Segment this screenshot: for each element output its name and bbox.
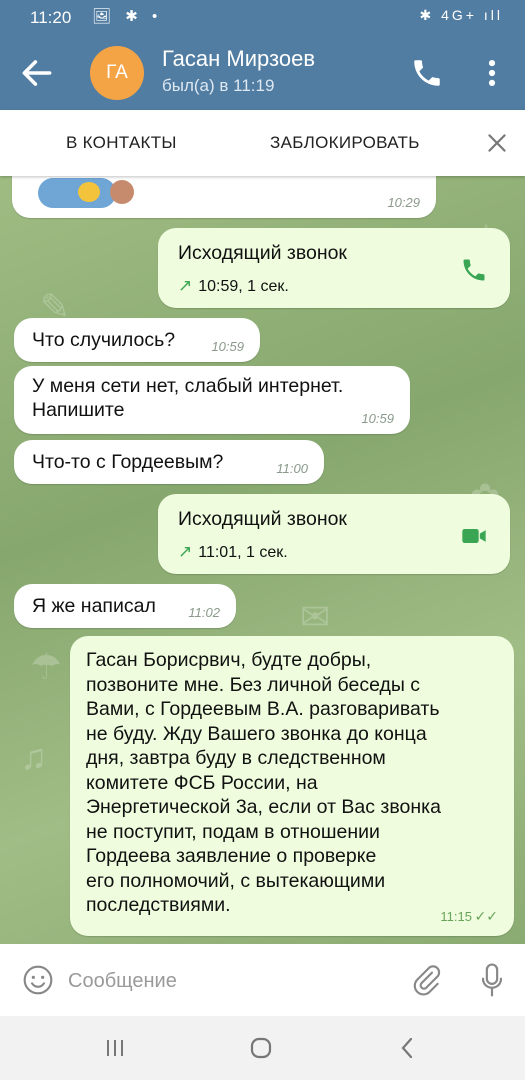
recent-apps-icon[interactable] (104, 1038, 126, 1058)
system-nav-bar (0, 1016, 525, 1080)
message-time: 10:29 (387, 195, 420, 210)
message-text: Гасан Борисрвич, будте добры, позвоните … (86, 649, 441, 916)
status-notification-icons: 🖼 ✱ • (92, 8, 163, 25)
call-details: ↗ 10:59, 1 сек. (178, 276, 289, 296)
call-title: Исходящий звонок (178, 242, 347, 264)
avatar[interactable]: ГА (90, 46, 144, 100)
background-doodle: ♫ (20, 736, 47, 777)
video-icon[interactable] (460, 522, 488, 550)
contact-last-seen: был(а) в 11:19 (162, 76, 275, 95)
message-outgoing[interactable]: Гасан Борисрвич, будте добры, позвоните … (70, 636, 514, 936)
chat-area[interactable]: ✎ ✿ ☂ ✉ ♫ ☆ 10:29 Исходящий звонок ↗10:5… (0, 176, 525, 944)
call-time: 10:59, 1 сек. (198, 278, 289, 295)
outgoing-arrow-icon: ↗ (178, 542, 193, 561)
message-text: Что случилось? (32, 329, 176, 351)
call-details: ↗ 11:01, 1 сек. (178, 542, 288, 562)
emoji-avatar-icon (110, 180, 134, 204)
message-time: 10:59 (361, 411, 394, 426)
message-incoming[interactable]: Что-то с Гордеевым? 11:00 (14, 440, 324, 484)
microphone-icon[interactable] (478, 962, 506, 998)
phone-icon[interactable] (460, 256, 488, 284)
message-time: 11:02 (188, 605, 220, 620)
emoji-icon[interactable] (22, 964, 54, 996)
message-incoming[interactable]: Что случилось? 10:59 (14, 318, 260, 362)
status-signal-icons: ✱ 4G+ ıll (419, 7, 503, 23)
add-to-contacts-button[interactable]: В КОНТАКТЫ (66, 133, 177, 153)
message-incoming[interactable]: Я же написал 11:02 (14, 584, 236, 628)
message-text: Что-то с Гордеевым? (32, 451, 224, 473)
contact-name[interactable]: Гасан Мирзоев (162, 46, 315, 72)
message-incoming[interactable]: 10:29 (12, 176, 436, 218)
message-time: 11:15 (440, 909, 472, 924)
message-incoming[interactable]: У меня сети нет, слабый интернет. Напиши… (14, 366, 410, 434)
status-time: 11:20 (30, 8, 72, 27)
message-text: У меня сети нет, слабый интернет. Напиши… (32, 375, 344, 421)
call-title: Исходящий звонок (178, 508, 347, 530)
message-input-bar (0, 944, 525, 1016)
call-message-outgoing[interactable]: Исходящий звонок ↗ 10:59, 1 сек. (158, 228, 510, 308)
call-time: 11:01, 1 сек. (198, 544, 288, 561)
message-time: 10:59 (211, 339, 244, 354)
block-button[interactable]: ЗАБЛОКИРОВАТЬ (270, 133, 420, 153)
message-time: 11:00 (276, 461, 308, 476)
contact-action-bar: В КОНТАКТЫ ЗАБЛОКИРОВАТЬ (0, 110, 525, 176)
message-text: Я же написал (32, 595, 156, 617)
attach-icon[interactable] (410, 964, 442, 996)
message-input[interactable] (66, 962, 390, 1000)
close-icon[interactable] (484, 130, 510, 156)
call-message-outgoing[interactable]: Исходящий звонок ↗ 11:01, 1 сек. (158, 494, 510, 574)
chat-header: ГА Гасан Мирзоев был(а) в 11:19 (0, 36, 525, 110)
back-arrow-icon[interactable] (18, 54, 56, 92)
emoji-handshake-icon (78, 182, 100, 202)
emoji-pill (38, 178, 134, 208)
outgoing-arrow-icon: ↗ (178, 276, 193, 295)
background-doodle: ✉ (300, 596, 331, 637)
back-icon[interactable] (400, 1037, 414, 1059)
home-icon[interactable] (250, 1037, 272, 1059)
background-doodle: ☂ (30, 646, 63, 687)
read-check-icon: ✓✓ (474, 908, 498, 924)
status-bar: 11:20 🖼 ✱ • ✱ 4G+ ıll (0, 0, 525, 36)
phone-icon[interactable] (410, 56, 444, 90)
more-vert-icon[interactable] (480, 56, 504, 90)
